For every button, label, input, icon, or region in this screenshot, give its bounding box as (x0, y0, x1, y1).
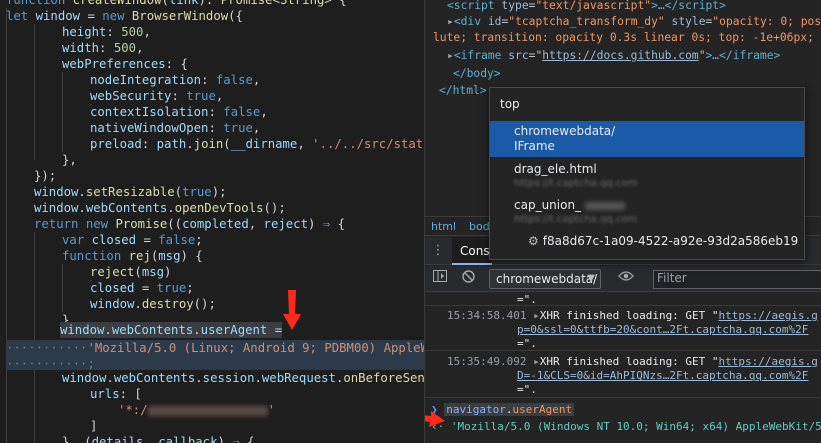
dom-node-body-close[interactable]: </body> (453, 66, 501, 82)
console-message: 15:34:58.401 ▸XHR finished loading: GET … (447, 309, 818, 322)
dom-node-script[interactable]: <script type="text/javascript">…</script… (447, 0, 726, 14)
code-line: window.webContents.openDevTools(); (34, 201, 286, 215)
code-line: nativeWindowOpen: true, (90, 121, 261, 135)
dom-node-div-cont: lute; transition: opacity 0.3s linear 0s… (433, 31, 814, 44)
indent-guide (62, 72, 63, 152)
sidebar-toggle-icon[interactable] (431, 270, 449, 288)
filter-input[interactable]: Filter (653, 270, 821, 289)
gear-icon: ⚙ (528, 234, 539, 248)
code-line-useragent: window.webContents.userAgent = (60, 322, 283, 338)
code-line: }); (34, 169, 57, 183)
console-message-cont: =". (517, 383, 537, 396)
console-result-line: ‹· 'Mozilla/5.0 (Windows NT 10.0; Win64;… (431, 420, 821, 433)
divider (425, 305, 821, 306)
red-arrow-annotation (283, 290, 301, 330)
code-line: webPreferences: { (62, 57, 188, 71)
expand-triangle-icon[interactable]: ▸ (447, 15, 454, 28)
code-line: webSecurity: true, (90, 89, 224, 103)
code-line: closed = true; (90, 281, 194, 295)
indent-guide (62, 264, 63, 312)
more-menu-icon[interactable]: ⋮ (429, 242, 447, 260)
context-dropdown-menu: top chromewebdata/IFrame drag_ele.html ht… (489, 87, 805, 260)
code-line: preload: path.join(__dirname, '../../src… (90, 137, 424, 151)
code-line: }, (62, 153, 77, 167)
code-line: nodeIntegration: false, (90, 73, 261, 87)
console-message: 15:35:49.092 ▸XHR finished loading: GET … (447, 355, 818, 368)
divider (425, 350, 821, 351)
console-input-line[interactable]: ❯ navigator.userAgent (431, 403, 575, 417)
code-line: return new Promise((completed, reject) ⇒… (34, 217, 345, 231)
console-toolbar: chromewebdata/▼ Filter (425, 266, 821, 292)
indent-guide (34, 232, 35, 443)
code-line: }, (details, callback) ⇒ { (62, 435, 255, 443)
indent-guide (34, 24, 35, 160)
context-selector-label: chromewebdata/ (496, 272, 598, 286)
red-arrow-annotation (425, 411, 445, 427)
context-option-chromewebdata[interactable]: chromewebdata/IFrame (490, 121, 804, 157)
dom-node-html-close[interactable]: </html> (439, 83, 487, 99)
context-option-uuid[interactable]: ⚙ f8a8d67c-1a09-4522-a92e-93d2a586eb19 (490, 232, 804, 258)
console-message-cont: p=0&ssl=0&ttfb=20&cont…2Ft.captcha.qq.co… (517, 323, 809, 336)
redacted-text (585, 201, 626, 210)
context-selector[interactable]: chromewebdata/▼ (489, 269, 601, 289)
console-message-cont: =". (517, 337, 537, 350)
live-expression-eye-icon[interactable] (617, 270, 635, 288)
expand-triangle-icon[interactable]: ▸ (447, 49, 454, 62)
code-line: ] (90, 419, 98, 433)
expand-triangle-icon[interactable]: ▸ (533, 355, 540, 368)
console-message-cont: D=-1&CLS=0&id=AhPIQNzs…2Ft.captcha.qq.co… (517, 369, 809, 382)
divider (425, 397, 821, 398)
code-line: width: 500, (62, 41, 144, 55)
code-line: function createWindow(link): Promise<Str… (6, 0, 347, 7)
expand-triangle-icon[interactable]: ▸ (533, 309, 540, 322)
code-line: reject(msg) (90, 265, 172, 279)
breadcrumb-body[interactable]: bod (469, 220, 490, 233)
context-option-cap-union[interactable]: cap_union_ https://t.captcha.qq.com (490, 196, 804, 230)
dom-node-div[interactable]: ▸<div id="tcaptcha_transform_dy" style="… (447, 14, 821, 30)
code-line: var closed = false; (62, 233, 203, 247)
code-line: window.setResizable(true); (34, 185, 227, 199)
breadcrumb-html[interactable]: html (431, 220, 456, 233)
code-line: window.webContents.session.webRequest.on… (62, 371, 424, 385)
code-line: function rej(msg) { (62, 249, 203, 263)
tab-console[interactable]: Console (452, 237, 492, 265)
tab-console-label: Console (460, 244, 492, 258)
code-line: height: 500, (62, 25, 151, 39)
code-line: ···········'Mozilla/5.0 (Linux; Android … (6, 341, 424, 355)
clear-console-icon[interactable] (459, 270, 477, 288)
redacted-url (147, 405, 268, 416)
code-line: let window = new BrowserWindow({ (6, 9, 243, 23)
console-output: =". 15:34:58.401 ▸XHR finished loading: … (425, 293, 821, 443)
code-line: contextIsolation: false, (90, 105, 268, 119)
code-line: urls: [ (90, 387, 142, 401)
chevron-down-icon: ▼ (587, 273, 595, 284)
code-editor[interactable]: function createWindow(link): Promise<Str… (0, 0, 424, 443)
dom-node-iframe[interactable]: ▸<iframe src="https://docs.github.com">…… (447, 48, 780, 64)
code-line: window.destroy(); (90, 297, 216, 311)
code-line: '*:/' (118, 403, 276, 417)
indent-guide (6, 8, 7, 443)
context-option-top[interactable]: top (490, 88, 804, 120)
context-option-drag-ele[interactable]: drag_ele.html https://t.captcha.qq.com (490, 160, 804, 194)
